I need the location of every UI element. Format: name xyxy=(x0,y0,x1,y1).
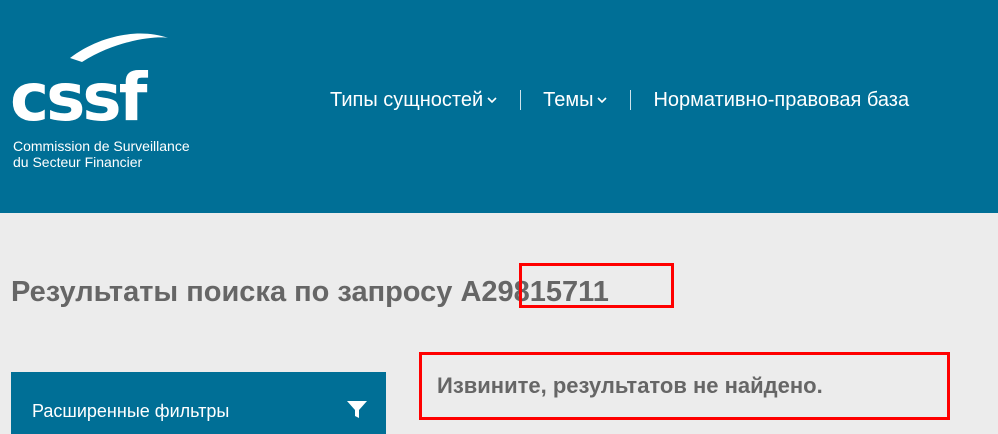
cssf-logo-mark: cssf xyxy=(10,33,168,130)
nav-item-regulatory-framework[interactable]: Нормативно-правовая база xyxy=(653,89,909,112)
chevron-down-icon xyxy=(487,97,497,104)
logo-wordmark: cssf xyxy=(10,59,149,130)
cssf-logo[interactable]: cssf Commission de Surveillance du Secte… xyxy=(10,30,210,180)
filter-icon xyxy=(347,401,367,418)
logo-subtitle: Commission de Surveillance du Secteur Fi… xyxy=(13,138,190,170)
nav-item-label: Нормативно-правовая база xyxy=(653,88,910,111)
no-results-message: Извините, результатов не найдено. xyxy=(437,373,823,398)
main-nav: Типы сущностей Темы Нормативно-правовая … xyxy=(330,84,909,116)
logo-subtitle-line2: du Secteur Financier xyxy=(13,154,143,170)
site-header: cssf Commission de Surveillance du Secte… xyxy=(0,0,998,213)
nav-divider xyxy=(630,90,632,110)
nav-item-entity-types[interactable]: Типы сущностей xyxy=(330,89,498,112)
nav-divider xyxy=(520,90,522,110)
query-highlight-box xyxy=(519,263,674,308)
advanced-filters-button[interactable]: Расширенные фильтры xyxy=(11,372,386,434)
nav-item-topics[interactable]: Темы xyxy=(543,89,608,112)
advanced-filters-label: Расширенные фильтры xyxy=(32,401,230,421)
logo-subtitle-line1: Commission de Surveillance xyxy=(13,138,190,154)
search-title-prefix: Результаты поиска по запросу xyxy=(11,276,453,308)
nav-item-label: Типы сущностей xyxy=(330,88,484,111)
nav-item-label: Темы xyxy=(543,88,594,111)
chevron-down-icon xyxy=(597,97,608,104)
